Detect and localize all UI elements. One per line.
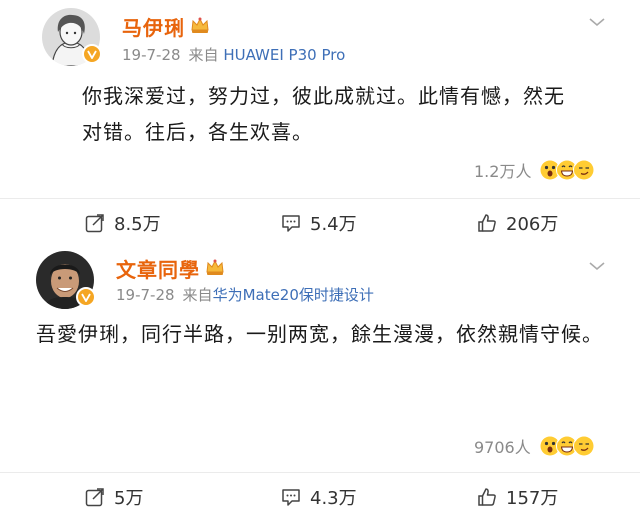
source-prefix: 来自	[182, 286, 213, 304]
source-prefix: 来自	[188, 46, 219, 64]
comment-count: 4.3万	[310, 488, 357, 509]
reactions-summary[interactable]: 1.2万人	[474, 158, 596, 182]
post-content: 吾愛伊琍，同行半路，一别两宽，餘生漫漫，依然親情守候。	[36, 322, 603, 346]
like-icon	[478, 488, 496, 506]
avatar[interactable]	[42, 8, 102, 66]
chevron-down-icon[interactable]	[588, 16, 606, 28]
like-button[interactable]: 157万	[476, 484, 558, 510]
post-date: 19-7-28	[122, 46, 181, 64]
repost-count: 8.5万	[114, 214, 161, 235]
repost-button[interactable]: 5万	[84, 484, 143, 510]
username-text[interactable]: 马伊琍	[122, 12, 185, 41]
weibo-post-2: 文章同學 19-7-28 来自华为Mate20保时捷设计 吾愛伊琍，同行半路，一别…	[0, 246, 640, 522]
divider	[0, 198, 640, 199]
comment-icon	[282, 215, 300, 232]
comment-icon	[282, 489, 300, 506]
post-meta: 19-7-28 来自华为Mate20保时捷设计	[116, 284, 374, 305]
chevron-down-icon[interactable]	[588, 260, 606, 272]
source-link[interactable]: 华为Mate20保时捷设计	[213, 286, 374, 304]
like-count: 157万	[506, 488, 559, 509]
username-text[interactable]: 文章同學	[116, 254, 200, 283]
repost-count: 5万	[114, 488, 144, 509]
crown-icon	[190, 15, 210, 39]
repost-icon	[85, 488, 104, 507]
reactions-count: 9706人	[474, 438, 531, 457]
action-bar: 5万 4.3万 157万	[0, 476, 640, 516]
repost-button[interactable]: 8.5万	[84, 210, 161, 236]
action-bar: 8.5万 5.4万 206万	[0, 204, 640, 244]
username[interactable]: 文章同學	[116, 254, 225, 283]
like-icon	[478, 214, 496, 232]
like-button[interactable]: 206万	[476, 210, 558, 236]
smirk-emoji-icon	[573, 159, 596, 181]
smirk-emoji-icon	[572, 435, 595, 457]
comment-count: 5.4万	[310, 214, 357, 235]
comment-button[interactable]: 4.3万	[280, 484, 357, 510]
verified-badge-icon	[76, 287, 96, 307]
crown-icon	[205, 257, 225, 281]
reactions-summary[interactable]: 9706人	[474, 434, 595, 458]
like-count: 206万	[506, 214, 559, 235]
username[interactable]: 马伊琍	[122, 12, 210, 41]
repost-icon	[85, 214, 104, 233]
post-content: 你我深爱过，努力过，彼此成就过。此情有憾，然无对错。往后，各生欢喜。	[82, 84, 565, 144]
verified-badge-icon	[82, 44, 102, 64]
post-meta: 19-7-28 来自 HUAWEI P30 Pro	[122, 44, 345, 65]
source-link[interactable]: HUAWEI P30 Pro	[223, 46, 345, 64]
weibo-post-1: 马伊琍 19-7-28 来自 HUAWEI P30 Pro 你我深爱过，努力过，彼…	[0, 0, 640, 246]
divider	[0, 472, 640, 473]
post-date: 19-7-28	[116, 286, 175, 304]
comment-button[interactable]: 5.4万	[280, 210, 357, 236]
reactions-count: 1.2万人	[474, 162, 532, 181]
avatar[interactable]	[36, 251, 96, 309]
